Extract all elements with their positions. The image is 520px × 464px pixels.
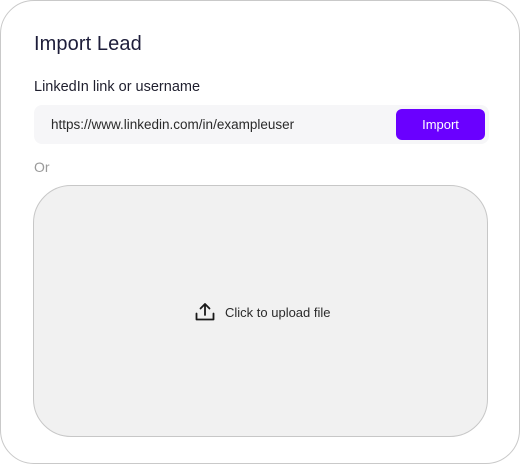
linkedin-input-row: Import — [34, 105, 489, 144]
dialog-title: Import Lead — [34, 33, 142, 55]
linkedin-field-label: LinkedIn link or username — [34, 79, 201, 95]
upload-prompt[interactable]: Click to upload file — [194, 301, 331, 323]
upload-icon — [194, 301, 216, 323]
upload-label: Click to upload file — [225, 304, 331, 320]
file-upload-dropzone[interactable]: Click to upload file — [33, 185, 488, 437]
or-separator: Or — [34, 159, 50, 175]
import-lead-dialog: Import Lead LinkedIn link or username Im… — [0, 0, 520, 464]
linkedin-url-input[interactable] — [51, 105, 391, 144]
import-button[interactable]: Import — [396, 109, 485, 140]
